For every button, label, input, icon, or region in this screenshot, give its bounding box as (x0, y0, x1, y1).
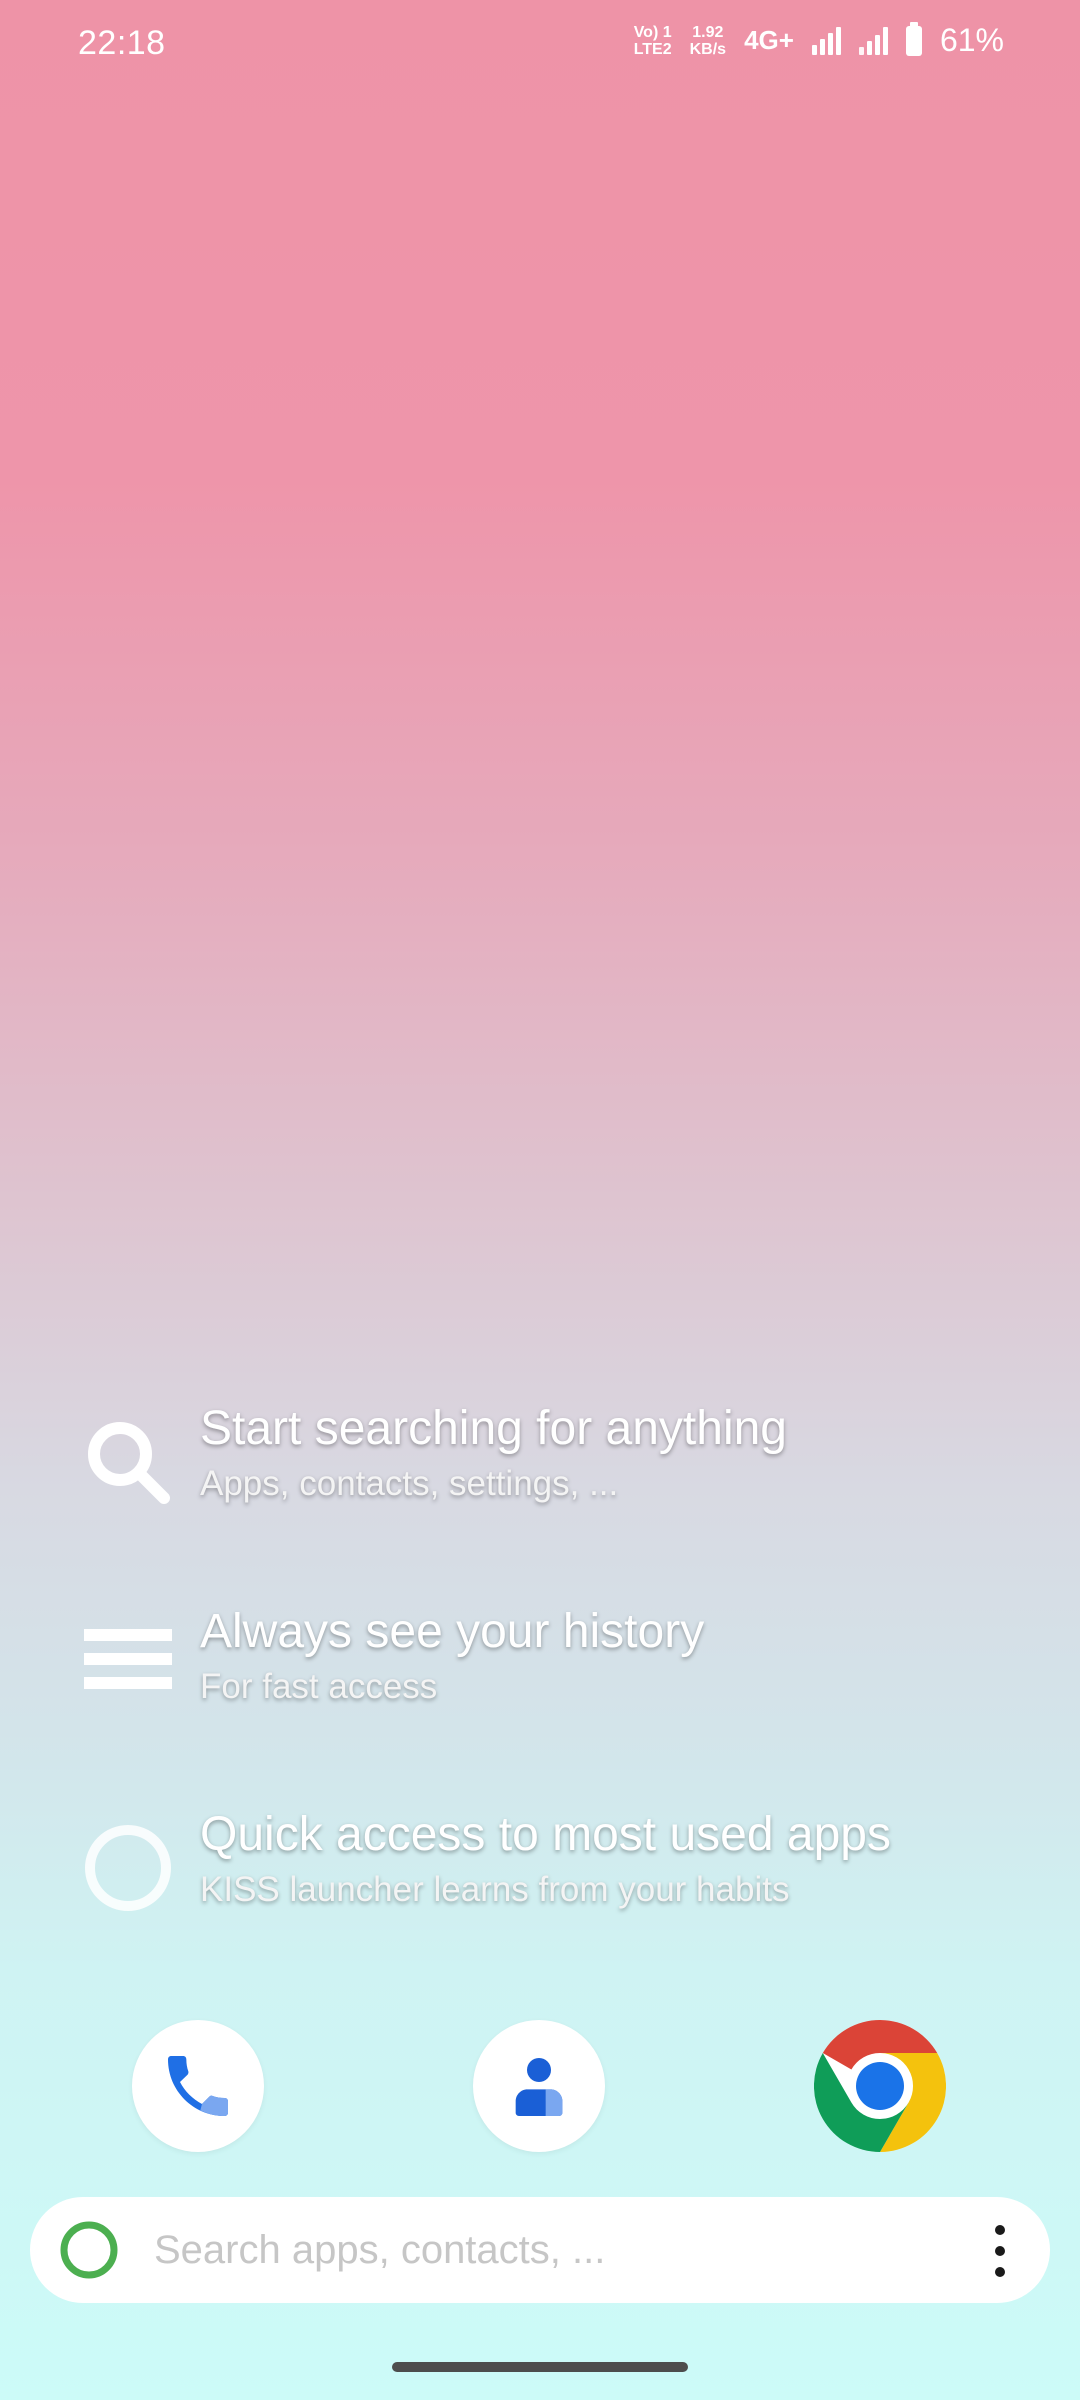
favorite-contacts-button[interactable] (473, 2020, 605, 2152)
status-time: 22:18 (78, 24, 166, 62)
battery-icon (905, 21, 922, 56)
hint-subtitle: Apps, contacts, settings, ... (200, 1464, 619, 1503)
favorite-chrome-button[interactable] (814, 2020, 946, 2152)
search-bar (30, 2197, 1050, 2303)
status-bar: 22:18 Vo) 1 LTE2 1.92 KB/s 4G+ 61% (0, 0, 1080, 90)
hint-subtitle: KISS launcher learns from your habits (200, 1870, 790, 1909)
search-input[interactable] (154, 2197, 954, 2303)
phone-icon (168, 2056, 228, 2116)
hint-title: Always see your history (200, 1605, 705, 1658)
signal-sim2-icon (858, 26, 888, 55)
hint-search: Start searching for anything Apps, conta… (0, 1400, 1080, 1520)
hint-history: Always see your history For fast access (0, 1603, 1080, 1723)
network-speed-value: 1.92 (692, 23, 724, 41)
chrome-icon (814, 2020, 946, 2152)
contacts-icon (515, 2058, 563, 2116)
home-indicator[interactable] (392, 2362, 688, 2372)
network-type: 4G+ (744, 25, 794, 55)
favorites-dock (0, 2020, 1080, 2154)
search-icon (88, 1422, 170, 1504)
list-icon (84, 1629, 172, 1689)
hint-title: Quick access to most used apps (200, 1808, 891, 1861)
network-speed: 1.92 KB/s (690, 24, 726, 58)
favorite-phone-button[interactable] (132, 2020, 264, 2152)
volte-indicator: Vo) 1 LTE2 (634, 24, 672, 58)
circle-icon (85, 1825, 171, 1911)
status-icons: Vo) 1 LTE2 1.92 KB/s 4G+ 61% (634, 21, 1004, 59)
battery-percent: 61% (939, 22, 1004, 58)
hint-subtitle: For fast access (200, 1667, 438, 1706)
network-speed-unit: KB/s (689, 40, 727, 58)
volte-bottom-label: LTE2 (633, 40, 672, 58)
signal-sim1-icon (811, 26, 841, 55)
hint-title: Start searching for anything (200, 1402, 787, 1455)
overflow-menu-icon[interactable] (992, 2225, 1008, 2277)
hint-most-used: Quick access to most used apps KISS laun… (0, 1806, 1080, 1926)
volte-top-label: Vo) 1 (633, 23, 672, 41)
launcher-ring-icon[interactable] (58, 2219, 120, 2281)
